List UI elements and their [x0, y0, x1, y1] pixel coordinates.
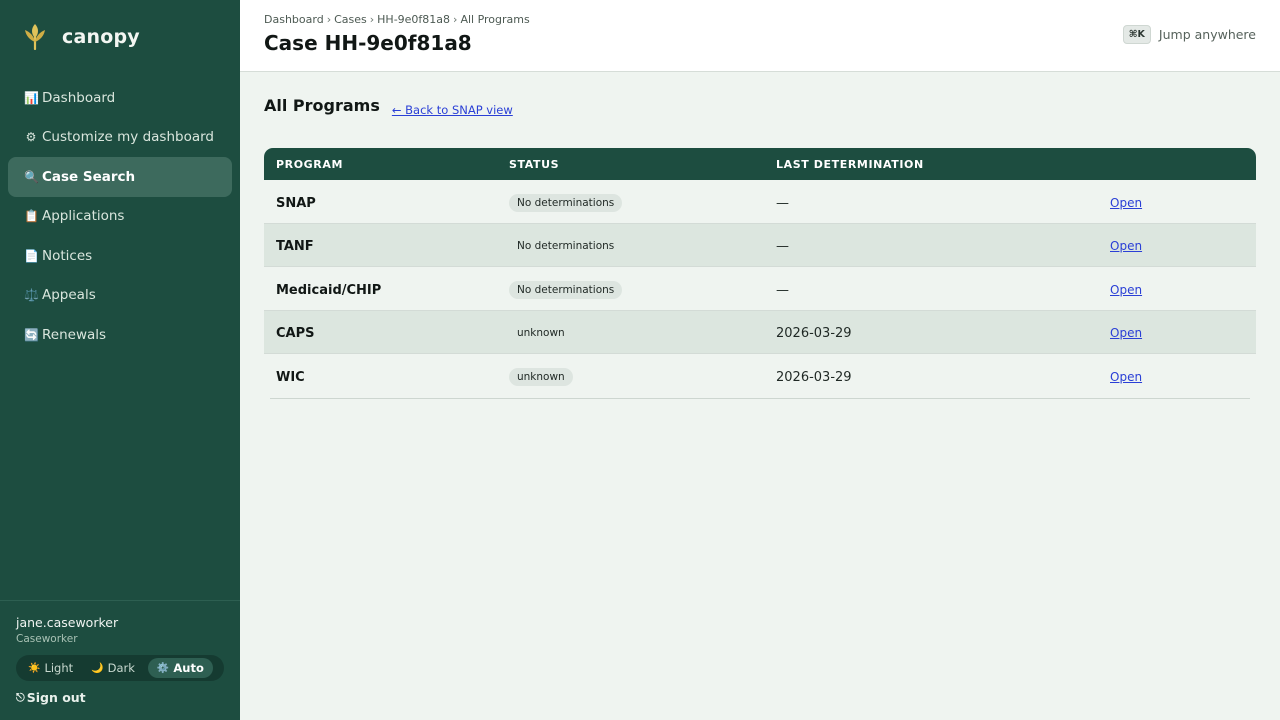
breadcrumb: Dashboard › Cases › HH-9e0f81a8 › All Programs	[264, 13, 530, 26]
column-header-last-determination: LAST DETERMINATION	[776, 157, 924, 171]
status-badge: No determinations	[509, 280, 623, 299]
open-program-link[interactable]: Open	[1110, 283, 1142, 297]
sun-icon: ☀️	[28, 662, 41, 674]
last-determination: 2026-03-29	[776, 370, 852, 386]
table-row: CAPS unknown 2026-03-29 Open	[264, 310, 1256, 354]
breadcrumb-dashboard[interactable]: Dashboard	[264, 13, 324, 26]
sidebar-item-applications[interactable]: 📋 Applications	[8, 197, 232, 237]
program-name: TANF	[276, 239, 314, 255]
gear-icon: ⚙	[25, 130, 37, 145]
column-header-status: STATUS	[509, 157, 560, 171]
sidebar-item-label: Dashboard	[42, 89, 116, 106]
leaf-logo-icon	[22, 20, 48, 54]
magnifier-icon: 🔍	[24, 169, 39, 184]
last-determination: —	[776, 239, 789, 255]
program-name: WIC	[276, 370, 305, 386]
breadcrumb-current: All Programs	[460, 13, 530, 26]
cycle-icon: 🔄	[24, 327, 39, 342]
user-role: Caseworker	[16, 633, 78, 645]
table-divider	[270, 397, 1250, 399]
sidebar-item-label: Applications	[42, 208, 125, 225]
open-program-link[interactable]: Open	[1110, 196, 1142, 210]
sidebar-item-label: Case Search	[42, 168, 136, 185]
section-header: All Programs ← Back to SNAP view	[264, 96, 1256, 120]
theme-option-label: Dark	[107, 661, 135, 675]
status-badge: No determinations	[517, 240, 615, 253]
programs-table: PROGRAM STATUS LAST DETERMINATION SNAP N…	[264, 148, 1256, 399]
last-determination: —	[776, 282, 789, 298]
last-determination: 2026-03-29	[776, 326, 852, 342]
theme-option-auto[interactable]: ⚙️ Auto	[147, 658, 213, 678]
jump-anywhere-label: Jump anywhere	[1158, 27, 1256, 42]
sidebar-item-renewals[interactable]: 🔄 Renewals	[8, 315, 232, 355]
breadcrumb-separator: ›	[326, 13, 332, 26]
table-row: Medicaid/CHIP No determinations — Open	[264, 267, 1256, 311]
breadcrumb-cases[interactable]: Cases	[334, 13, 367, 26]
sidebar-item-customize-dashboard[interactable]: ⚙ Customize my dashboard	[8, 118, 232, 158]
sidebar-item-label: Customize my dashboard	[42, 129, 214, 146]
sidebar-item-dashboard[interactable]: 📊 Dashboard	[8, 78, 232, 118]
theme-toggle: ☀️ Light 🌙 Dark ⚙️ Auto	[16, 655, 224, 681]
section-title: All Programs	[264, 96, 380, 115]
table-header: PROGRAM STATUS LAST DETERMINATION	[264, 148, 1256, 180]
sign-out-icon: ⎋	[16, 690, 25, 704]
program-name: SNAP	[276, 195, 316, 211]
theme-option-light[interactable]: ☀️ Light	[19, 658, 82, 678]
column-header-program: PROGRAM	[276, 157, 344, 171]
table-row: WIC unknown 2026-03-29 Open	[264, 354, 1256, 398]
breadcrumb-separator: ›	[453, 13, 458, 26]
sidebar-item-label: Notices	[42, 247, 93, 264]
theme-option-label: Light	[44, 661, 74, 675]
main-content: All Programs ← Back to SNAP view PROGRAM…	[264, 96, 1256, 399]
page-title: Case HH-9e0f81a8	[264, 31, 472, 55]
sign-out-button[interactable]: ⎋ Sign out	[16, 690, 86, 705]
open-program-link[interactable]: Open	[1110, 326, 1142, 340]
jump-anywhere-button[interactable]: ⌘K Jump anywhere	[1122, 25, 1256, 44]
page-header: Dashboard › Cases › HH-9e0f81a8 › All Programs…	[240, 0, 1280, 72]
status-badge: unknown	[517, 327, 565, 340]
program-name: Medicaid/CHIP	[276, 282, 382, 298]
status-badge: No determinations	[509, 193, 623, 212]
table-row: SNAP No determinations — Open	[264, 180, 1256, 224]
sidebar-footer: jane.caseworker Caseworker ☀️ Light 🌙 Da…	[0, 600, 240, 720]
sidebar-nav: 📊 Dashboard ⚙ Customize my dashboard 🔍 C…	[8, 78, 232, 355]
bar-chart-icon: 📊	[24, 90, 39, 105]
keyboard-shortcut-badge: ⌘K	[1122, 25, 1151, 44]
brand[interactable]: canopy	[22, 20, 140, 54]
sidebar: canopy 📊 Dashboard ⚙ Customize my dashbo…	[0, 0, 240, 720]
last-determination: —	[776, 195, 789, 211]
moon-icon: 🌙	[91, 662, 104, 674]
theme-option-label: Auto	[173, 661, 204, 675]
status-badge: unknown	[509, 368, 573, 387]
sidebar-item-case-search[interactable]: 🔍 Case Search	[8, 157, 232, 197]
sidebar-item-appeals[interactable]: ⚖️ Appeals	[8, 276, 232, 316]
clipboard-icon: 📋	[24, 209, 39, 224]
breadcrumb-separator: ›	[369, 13, 375, 26]
table-row: TANF No determinations — Open	[264, 223, 1256, 267]
open-program-link[interactable]: Open	[1110, 239, 1142, 253]
breadcrumb-case[interactable]: HH-9e0f81a8	[377, 13, 450, 26]
scales-icon: ⚖️	[24, 288, 39, 303]
brand-name: canopy	[62, 26, 140, 48]
user-name: jane.caseworker	[16, 615, 119, 630]
sidebar-item-label: Appeals	[42, 287, 96, 304]
open-program-link[interactable]: Open	[1110, 370, 1142, 384]
sign-out-label: Sign out	[26, 690, 86, 705]
sidebar-item-notices[interactable]: 📄 Notices	[8, 236, 232, 276]
sidebar-item-label: Renewals	[42, 326, 107, 343]
theme-option-dark[interactable]: 🌙 Dark	[82, 658, 144, 678]
gear-icon: ⚙️	[156, 662, 170, 674]
document-icon: 📄	[24, 248, 39, 263]
back-to-snap-link[interactable]: ← Back to SNAP view	[392, 103, 513, 117]
program-name: CAPS	[276, 326, 315, 342]
